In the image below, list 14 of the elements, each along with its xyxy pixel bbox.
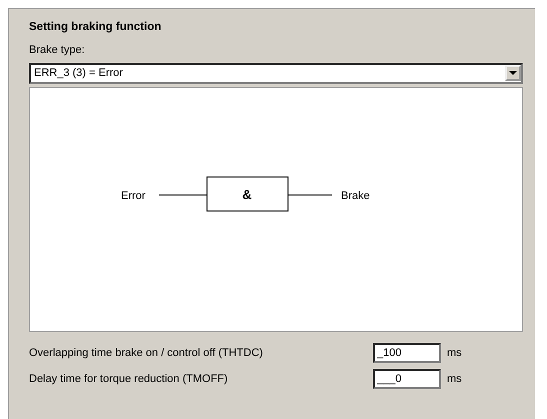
output-label: Brake <box>341 190 370 202</box>
parameter-label: Delay time for torque reduction (TMOFF) <box>29 372 229 386</box>
unit-label: ms <box>447 346 462 360</box>
input-label: Error <box>121 190 146 202</box>
section-title: Setting braking function <box>29 20 162 35</box>
unit-label: ms <box>447 372 462 386</box>
input-field[interactable]: ___0 <box>373 368 441 389</box>
connector-line <box>158 194 208 196</box>
brake-type-label: Brake type: <box>29 43 86 58</box>
input-field[interactable]: _100 <box>373 342 441 363</box>
connector-line <box>288 194 332 196</box>
and-gate: & <box>206 176 288 212</box>
parameter-label: Overlapping time brake on / control off (THTDC) <box>29 346 264 360</box>
brake-type-dropdown[interactable]: ERR_3 (3) = Error <box>29 62 523 84</box>
